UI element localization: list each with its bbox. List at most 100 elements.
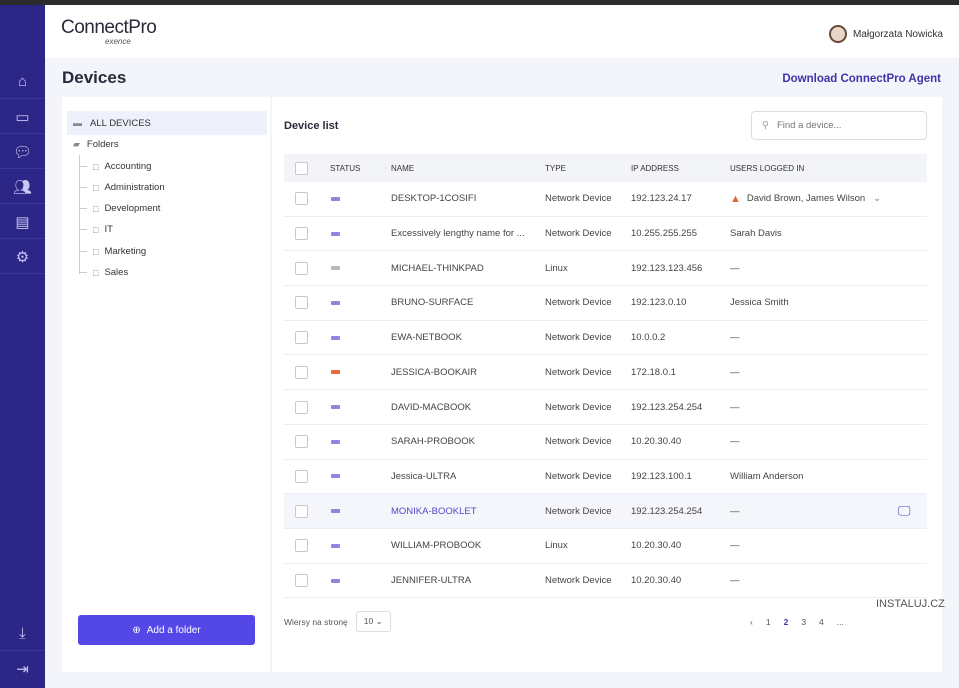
col-users[interactable]: USERS LOGGED IN <box>730 154 804 182</box>
table-row[interactable]: BRUNO-SURFACE Network Device 192.123.0.1… <box>284 286 927 321</box>
device-name[interactable]: WILLIAM-PROBOOK <box>391 529 481 563</box>
rows-value: 10 <box>363 616 374 626</box>
table-row[interactable]: JENNIFER-ULTRA Network Device 10.20.30.4… <box>284 564 927 599</box>
search-input[interactable] <box>776 120 907 131</box>
users-logged-in: — <box>730 505 740 517</box>
rows-per-page-label: Wiersy na stronę <box>284 616 348 627</box>
folder-icon: □ <box>93 182 99 193</box>
page-button[interactable]: ... <box>837 617 844 627</box>
page-button[interactable]: 4 <box>819 617 824 627</box>
device-type: Linux <box>545 540 568 552</box>
device-name[interactable]: DAVID-MACBOOK <box>391 390 471 424</box>
select-all-checkbox[interactable] <box>295 161 308 175</box>
users-logged-in: — <box>730 436 740 448</box>
folder-development[interactable]: □ Development <box>79 203 160 214</box>
rows-per-page: Wiersy na stronę 10 ⌄ <box>284 611 391 632</box>
table-row[interactable]: Excessively lengthy name for ... Network… <box>284 217 927 252</box>
download-agent-link[interactable]: Download ConnectPro Agent <box>782 73 941 85</box>
page-button[interactable]: 3 <box>801 617 806 627</box>
home-icon[interactable]: ⌂ <box>0 65 45 99</box>
devices-icon[interactable]: ▭ <box>0 100 45 134</box>
folder-icon: □ <box>93 203 99 214</box>
folder-icon: ▬ <box>73 118 82 128</box>
row-checkbox[interactable] <box>295 574 308 588</box>
folder-accounting[interactable]: □ Accounting <box>79 161 151 172</box>
row-checkbox[interactable] <box>295 331 308 345</box>
table-header: STATUS NAME TYPE IP ADDRESS USERS LOGGED… <box>284 154 927 182</box>
device-name[interactable]: SARAH-PROBOOK <box>391 425 475 459</box>
row-checkbox[interactable] <box>295 469 308 483</box>
chevron-down-icon[interactable]: ⌄ <box>873 193 881 204</box>
table-row[interactable]: SARAH-PROBOOK Network Device 10.20.30.40… <box>284 425 927 460</box>
users-cell: — <box>730 390 740 424</box>
table-row[interactable]: DAVID-MACBOOK Network Device 192.123.254… <box>284 390 927 425</box>
device-type: Network Device <box>545 505 612 517</box>
table-row[interactable]: EWA-NETBOOK Network Device 10.0.0.2 — <box>284 321 927 356</box>
device-name[interactable]: MONIKA-BOOKLET <box>391 494 477 528</box>
table-row[interactable]: MICHAEL-THINKPAD Linux 192.123.123.456 — <box>284 251 927 287</box>
device-ip: 192.123.254.254 <box>631 505 703 517</box>
row-checkbox[interactable] <box>295 192 308 206</box>
users-cell: — <box>730 251 740 285</box>
table-row[interactable]: DESKTOP-1COSIFI Network Device 192.123.2… <box>284 182 927 217</box>
table-row[interactable]: JESSICA-BOOKAIR Network Device 172.18.0.… <box>284 356 927 391</box>
search-box[interactable]: ⚲ <box>751 111 927 140</box>
device-name[interactable]: Jessica-ULTRA <box>391 460 456 494</box>
avatar <box>828 25 847 43</box>
table-row[interactable]: Jessica-ULTRA Network Device 192.123.100… <box>284 460 927 495</box>
folder-administration[interactable]: □ Administration <box>79 182 165 193</box>
device-name[interactable]: Excessively lengthy name for ... <box>391 217 525 251</box>
folder-open-icon: ▰ <box>73 139 80 149</box>
device-ip: 10.20.30.40 <box>631 436 682 448</box>
clipboard-icon[interactable]: ▤ <box>0 205 45 239</box>
col-ip[interactable]: IP ADDRESS <box>631 154 679 182</box>
prev-page-button[interactable]: ‹ <box>750 617 753 627</box>
pagination: ‹ 1 2 3 4... <box>750 617 844 627</box>
table-row[interactable]: MONIKA-BOOKLET Network Device 192.123.25… <box>284 494 927 529</box>
download-icon[interactable]: ⤓ <box>0 617 45 651</box>
settings-icon[interactable]: ⚙ <box>0 240 45 274</box>
device-name[interactable]: JENNIFER-ULTRA <box>391 564 471 598</box>
row-checkbox[interactable] <box>295 296 308 310</box>
folder-icon: □ <box>93 161 99 172</box>
device-name[interactable]: EWA-NETBOOK <box>391 321 462 355</box>
device-name[interactable]: BRUNO-SURFACE <box>391 286 473 320</box>
folder-marketing[interactable]: □ Marketing <box>79 246 146 257</box>
folder-sales[interactable]: □ Sales <box>79 267 128 278</box>
chat-icon[interactable]: 💬︎ <box>0 135 45 169</box>
row-checkbox[interactable] <box>295 227 308 241</box>
device-list-title: Device list <box>284 120 339 132</box>
device-type: Network Device <box>545 332 612 344</box>
device-name[interactable]: MICHAEL-THINKPAD <box>391 251 484 285</box>
logout-icon[interactable]: ⇥ <box>0 652 45 686</box>
col-type[interactable]: TYPE <box>545 154 566 182</box>
row-checkbox[interactable] <box>295 365 308 379</box>
page-button[interactable]: 1 <box>766 617 771 627</box>
col-name[interactable]: NAME <box>391 154 414 182</box>
users-logged-in: — <box>730 575 740 587</box>
col-status[interactable]: STATUS <box>330 154 360 182</box>
device-name[interactable]: JESSICA-BOOKAIR <box>391 356 477 390</box>
folder-label: Sales <box>104 267 129 278</box>
row-checkbox[interactable] <box>295 435 308 449</box>
watermark: INSTALUJ.CZ <box>876 598 945 610</box>
row-checkbox[interactable] <box>295 504 308 518</box>
users-icon[interactable]: 👥︎ <box>0 170 45 204</box>
user-menu[interactable]: Małgorzata Nowicka <box>828 25 943 43</box>
add-folder-button[interactable]: ⊕ Add a folder <box>78 615 255 645</box>
device-ip: 10.20.30.40 <box>631 540 682 552</box>
rows-per-page-select[interactable]: 10 ⌄ <box>355 611 391 632</box>
device-name[interactable]: DESKTOP-1COSIFI <box>391 182 476 216</box>
tree-folders[interactable]: ▰ Folders <box>73 139 119 150</box>
device-type: Network Device <box>545 436 612 448</box>
table-row[interactable]: WILLIAM-PROBOOK Linux 10.20.30.40 — <box>284 529 927 564</box>
row-checkbox[interactable] <box>295 400 308 414</box>
row-checkbox[interactable] <box>295 261 308 275</box>
device-type: Network Device <box>545 366 612 378</box>
page-button[interactable]: 2 <box>784 617 789 627</box>
remote-connect-icon[interactable]: 🖵︎ <box>898 494 911 528</box>
tree-all-devices[interactable]: ▬ ALL DEVICES <box>67 111 267 135</box>
row-checkbox[interactable] <box>295 539 308 553</box>
device-ip: 192.123.0.10 <box>631 297 687 309</box>
folder-it[interactable]: □ IT <box>79 224 113 235</box>
